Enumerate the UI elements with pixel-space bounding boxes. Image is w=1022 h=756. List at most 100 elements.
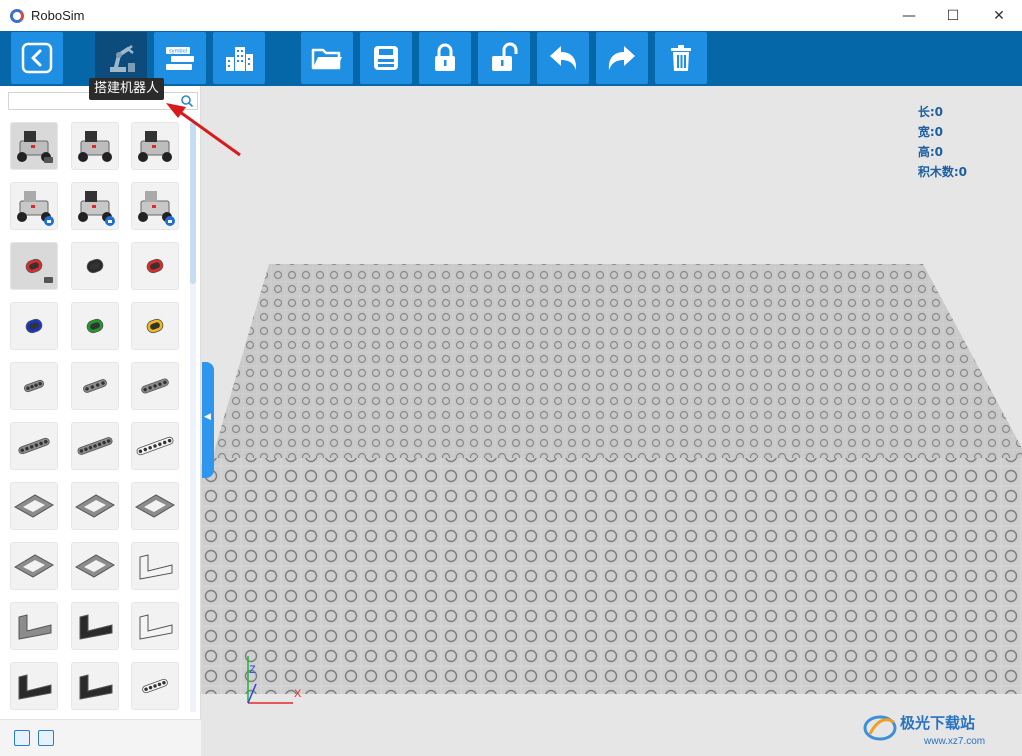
close-button[interactable]: ✕ — [976, 0, 1022, 31]
part-thumbnail — [78, 191, 115, 226]
part-tile-frame-gray-5x7[interactable] — [10, 482, 58, 530]
part-tile-beam-white-short[interactable] — [131, 662, 179, 710]
part-thumbnail — [75, 554, 115, 578]
part-thumbnail — [79, 674, 113, 700]
program-button[interactable]: symbol — [154, 32, 206, 84]
part-thumbnail — [136, 436, 174, 456]
lock-button[interactable] — [419, 32, 471, 84]
part-tile-beam-black-3[interactable] — [71, 242, 119, 290]
watermark-url: www.xz7.com — [923, 736, 985, 747]
part-tile-beam-black-T[interactable] — [71, 662, 119, 710]
part-tile-beam-gray-13[interactable] — [71, 422, 119, 470]
watermark-brand: 极光下载站 — [900, 714, 975, 732]
part-tile-beam-gray-L[interactable] — [10, 602, 58, 650]
3d-viewport[interactable]: 长:0 宽:0 高:0 积木数:0 Z X 极光下载站 www.xz7.com — [201, 86, 1022, 756]
part-thumbnail — [86, 318, 104, 334]
part-thumbnail — [83, 379, 107, 393]
part-thumbnail — [25, 258, 53, 283]
part-tile-beam-black-L-short[interactable] — [10, 662, 58, 710]
stat-length: 长:0 — [917, 105, 943, 119]
undo-button[interactable] — [537, 32, 589, 84]
part-tile-beam-gray-11[interactable] — [10, 422, 58, 470]
part-tile-beam-black-L[interactable] — [71, 602, 119, 650]
part-thumbnail — [18, 437, 50, 455]
part-tile-plate-gray-thin[interactable] — [10, 542, 58, 590]
part-thumbnail — [77, 437, 113, 455]
part-tile-plate-gray-wide[interactable] — [71, 542, 119, 590]
part-tile-robot-mixed-locked[interactable] — [71, 182, 119, 230]
scene-button[interactable] — [213, 32, 265, 84]
undo-icon — [550, 46, 577, 70]
parts-scrollbar[interactable] — [190, 122, 196, 712]
part-tile-beam-gray-9[interactable] — [131, 362, 179, 410]
part-thumbnail — [25, 318, 43, 334]
parts-scrollbar-thumb[interactable] — [190, 122, 196, 284]
sidebar-collapse-handle[interactable]: ◀ — [202, 362, 214, 478]
part-tile-beam-red-3b[interactable] — [131, 242, 179, 290]
part-tile-robot-base-black[interactable] — [10, 122, 58, 170]
part-thumbnail — [138, 191, 175, 226]
back-arrow-icon — [21, 42, 53, 74]
unlock-icon — [492, 42, 518, 71]
part-tile-frame-gray-h[interactable] — [71, 482, 119, 530]
part-thumbnail — [18, 614, 52, 640]
part-tile-beam-white-angled[interactable] — [131, 542, 179, 590]
part-thumbnail — [23, 379, 45, 393]
buildings-icon — [226, 47, 253, 71]
stat-width: 宽:0 — [917, 125, 943, 139]
code-blocks-icon: symbol — [166, 47, 194, 70]
part-thumbnail — [135, 494, 175, 518]
redo-button[interactable] — [596, 32, 648, 84]
part-details-icon[interactable] — [38, 730, 54, 746]
part-tile-beam-green-3[interactable] — [71, 302, 119, 350]
trash-icon — [671, 45, 691, 71]
open-button[interactable] — [301, 32, 353, 84]
build-plate — [201, 264, 1022, 704]
part-tile-robot-gray-locked[interactable] — [10, 182, 58, 230]
part-tile-robot-base-black-3[interactable] — [131, 122, 179, 170]
lock-icon — [435, 43, 455, 71]
delete-button[interactable] — [655, 32, 707, 84]
maximize-button[interactable]: ☐ — [930, 0, 976, 31]
robosim-window: RoboSim — ☐ ✕ symbol 搭建机器人 ◀ 长:0 宽:0 高:0… — [0, 0, 1022, 756]
part-tile-beam-blue-3[interactable] — [10, 302, 58, 350]
part-thumbnail — [139, 614, 173, 640]
redo-icon — [608, 46, 635, 70]
part-tile-beam-gray-5[interactable] — [10, 362, 58, 410]
part-thumbnail — [146, 258, 164, 274]
build-robot-tooltip: 搭建机器人 — [89, 78, 165, 100]
part-list-icon[interactable] — [14, 730, 30, 746]
robot-arm-icon — [110, 45, 135, 72]
part-thumbnail — [18, 674, 52, 700]
part-tile-plate-gray-5x5[interactable] — [131, 482, 179, 530]
build-robot-button[interactable] — [95, 32, 147, 84]
save-button[interactable] — [360, 32, 412, 84]
minimize-button[interactable]: — — [886, 0, 932, 31]
title-bar: RoboSim — ☐ ✕ — [0, 0, 1022, 31]
part-thumbnail — [14, 554, 54, 578]
sidebar-bottom-bar — [0, 719, 201, 756]
stat-brick-count: 积木数:0 — [917, 165, 967, 179]
program-icon-caption: symbol — [169, 49, 187, 55]
model-stats: 长:0 宽:0 高:0 积木数:0 — [918, 102, 967, 182]
parts-sidebar — [0, 86, 201, 756]
folder-icon — [311, 48, 342, 70]
part-tile-beam-white-15[interactable] — [131, 422, 179, 470]
part-thumbnail — [14, 494, 54, 518]
part-thumbnail — [138, 131, 172, 162]
stat-height: 高:0 — [917, 145, 943, 159]
app-logo-icon — [10, 8, 24, 23]
watermark-logo: 极光下载站 www.xz7.com — [863, 714, 985, 747]
part-thumbnail — [17, 191, 54, 226]
part-tile-robot-gray-locked-2[interactable] — [131, 182, 179, 230]
unlock-button[interactable] — [478, 32, 530, 84]
x-axis-label: X — [294, 688, 302, 700]
back-button[interactable] — [11, 32, 63, 84]
search-icon[interactable] — [180, 94, 194, 108]
part-tile-beam-gray-7[interactable] — [71, 362, 119, 410]
part-tile-beam-yellow-3[interactable] — [131, 302, 179, 350]
save-icon — [374, 46, 398, 70]
part-tile-robot-base-black-2[interactable] — [71, 122, 119, 170]
part-tile-beam-red-3[interactable] — [10, 242, 58, 290]
part-tile-beam-white-double-L[interactable] — [131, 602, 179, 650]
